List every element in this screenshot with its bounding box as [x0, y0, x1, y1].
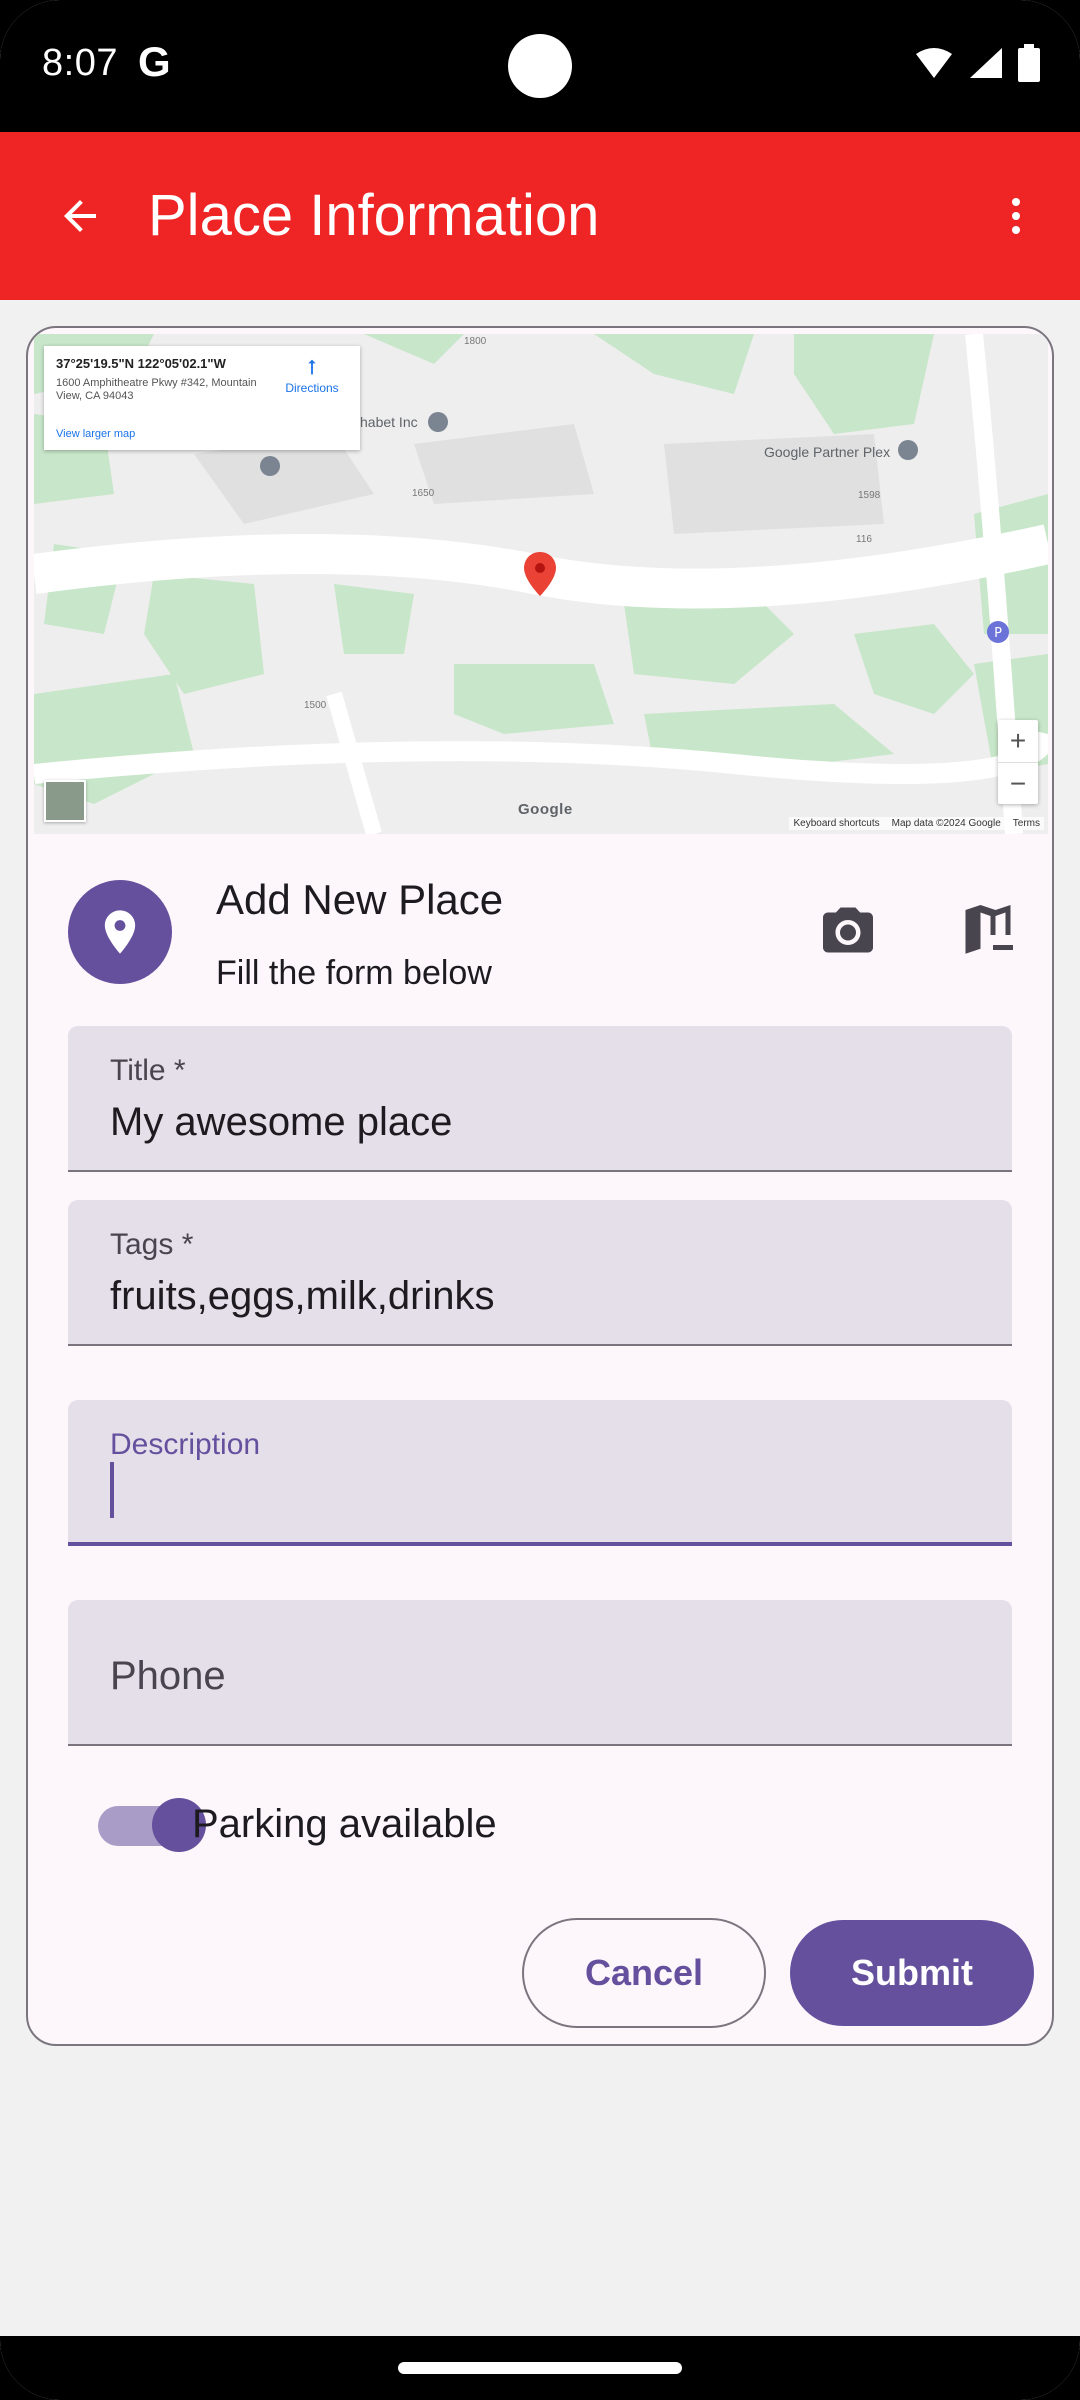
- map-label-partner-plex: Google Partner Plex: [764, 444, 891, 460]
- embedded-map[interactable]: P 37°25'19.5"N 122°05'02.1"W 1600 Amphit…: [34, 334, 1048, 834]
- map-number: 116: [856, 534, 872, 545]
- camera-button[interactable]: [808, 890, 888, 970]
- tags-field-label: Tags *: [110, 1228, 194, 1261]
- place-avatar: [68, 880, 172, 984]
- zoom-in-button[interactable]: +: [998, 720, 1038, 762]
- wifi-icon: [916, 48, 952, 78]
- home-gesture-handle[interactable]: [398, 2362, 682, 2374]
- tags-field-value: fruits,eggs,milk,drinks: [110, 1274, 495, 1318]
- status-time: 8:07: [42, 42, 118, 84]
- title-field[interactable]: Title * My awesome place: [68, 1026, 1012, 1172]
- map-info-card: 37°25'19.5"N 122°05'02.1"W 1600 Amphithe…: [44, 346, 360, 450]
- cancel-button[interactable]: Cancel: [522, 1918, 766, 2028]
- navigation-bar: [0, 2336, 1080, 2400]
- map-number: 1500: [304, 700, 327, 711]
- camera-icon: [823, 907, 873, 953]
- text-cursor: [110, 1462, 114, 1518]
- directions-label: Directions: [285, 381, 339, 395]
- battery-icon: [1018, 44, 1040, 82]
- form-subtitle: Fill the form below: [216, 954, 492, 992]
- directions-link[interactable]: Directions: [282, 356, 342, 395]
- more-vert-icon: [1012, 198, 1020, 234]
- tags-field[interactable]: Tags * fruits,eggs,milk,drinks: [68, 1200, 1012, 1346]
- google-logo: Google: [518, 801, 573, 818]
- phone-field[interactable]: Phone: [68, 1600, 1012, 1746]
- svg-text:P: P: [994, 626, 1002, 641]
- map-icon: [965, 905, 1013, 954]
- back-button[interactable]: [40, 176, 120, 256]
- status-icons: [914, 44, 1040, 82]
- description-field-label: Description: [110, 1428, 261, 1461]
- page-title: Place Information: [148, 183, 600, 248]
- phone-field-placeholder: Phone: [110, 1654, 226, 1698]
- map-number: 1650: [412, 488, 435, 499]
- map-label-alphabet: habet Inc: [360, 414, 418, 430]
- more-options-button[interactable]: [976, 176, 1056, 256]
- directions-icon: [308, 359, 316, 375]
- form-title: Add New Place: [216, 876, 504, 923]
- keyboard-shortcuts-link[interactable]: Keyboard shortcuts: [793, 818, 879, 829]
- terms-link[interactable]: Terms: [1013, 818, 1040, 829]
- map-satellite-toggle[interactable]: [44, 780, 86, 822]
- zoom-controls: + −: [998, 720, 1038, 804]
- title-field-value: My awesome place: [110, 1100, 453, 1144]
- map-address: 1600 Amphitheatre Pkwy #342, Mountain Vi…: [56, 377, 257, 402]
- app-bar: Place Information: [0, 132, 1080, 300]
- status-bar: 8:07 G: [0, 0, 1080, 132]
- map-number: 1800: [464, 336, 487, 347]
- map-picker-button[interactable]: [948, 890, 1028, 970]
- place-form-card: P 37°25'19.5"N 122°05'02.1"W 1600 Amphit…: [26, 326, 1054, 2046]
- parking-switch-label: Parking available: [192, 1802, 497, 1846]
- signal-icon: [970, 48, 1002, 78]
- phone-screen: 8:07 G Place Information P 37°25'19.5"N …: [0, 0, 1080, 2400]
- camera-cutout: [508, 34, 572, 98]
- map-data-credit: Map data ©2024 Google: [891, 818, 1001, 829]
- location-pin-icon: [104, 910, 136, 954]
- map-footer: Keyboard shortcuts Map data ©2024 Google…: [789, 817, 1044, 830]
- arrow-back-icon: [64, 200, 96, 232]
- submit-button[interactable]: Submit: [790, 1920, 1034, 2026]
- map-number: 1598: [858, 490, 881, 501]
- google-icon: G: [138, 38, 171, 85]
- description-field[interactable]: Description: [68, 1400, 1012, 1546]
- zoom-out-button[interactable]: −: [998, 762, 1038, 804]
- title-field-label: Title *: [110, 1054, 186, 1087]
- view-larger-map-link[interactable]: View larger map: [56, 428, 135, 440]
